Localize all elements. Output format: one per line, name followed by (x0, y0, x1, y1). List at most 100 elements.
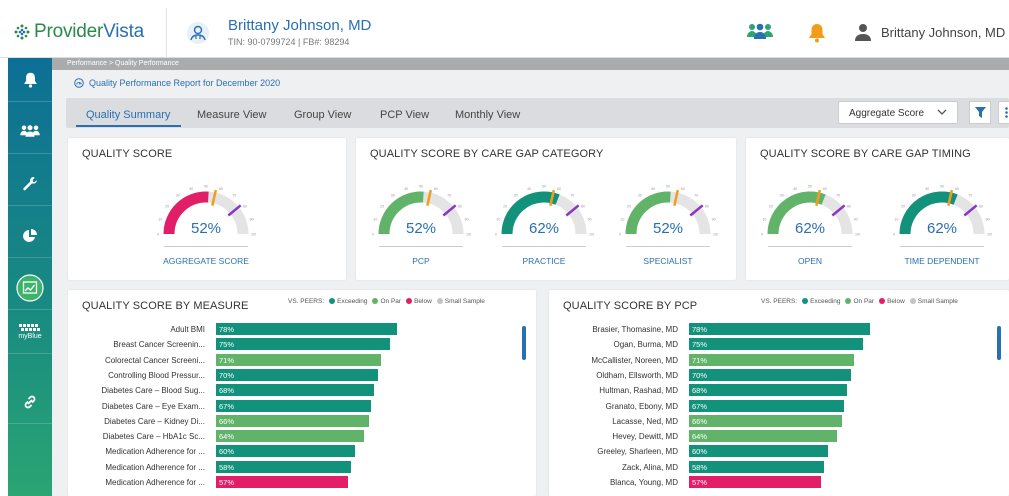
bar-row[interactable]: Lacasse, Ned, MD 66% (549, 414, 921, 428)
gauge-aggregate-score[interactable]: 010203040506070809010052% (156, 178, 257, 240)
bar-row[interactable]: Blanca, Young, MD 57% (549, 476, 921, 489)
provider-name[interactable]: Brittany Johnson, MD (228, 17, 371, 34)
more-options-button[interactable] (998, 101, 1009, 124)
gauge-tick-label: 70 (694, 194, 698, 198)
bar-label: Medication Adherence for ... (105, 462, 205, 472)
bar-value: 71% (692, 355, 708, 365)
bar: 60% (216, 445, 356, 458)
care-gap-category-card: QUALITY SCORE BY CARE GAP CATEGORY 0 10 20… (356, 138, 736, 280)
tab-monthly-view[interactable]: Monthly View (455, 109, 520, 121)
bar: 58% (689, 460, 824, 473)
scrollbar[interactable] (522, 326, 526, 360)
providervista-logo[interactable]: ProviderVista (14, 21, 144, 43)
bar-row[interactable]: Hultman, Rashad, MD 68% (549, 384, 921, 397)
bar-row[interactable]: Zack, Alina, MD 58% (549, 460, 921, 474)
bar-row[interactable]: Medication Adherence for ... 58% (68, 460, 448, 474)
bar-row[interactable]: Diabetes Care – HbA1c Sc... 64% (68, 430, 448, 443)
gauge-specialist[interactable]: 010203040506070809010052% (618, 178, 719, 240)
bar-label: Granato, Ebony, MD (605, 401, 678, 411)
bar-row[interactable]: Medication Adherence for ... 60% (68, 445, 448, 458)
gauge-tick-label: 30 (514, 194, 518, 198)
gauge-tick-label: 30 (912, 194, 916, 198)
gauge-time-dependent[interactable]: 010203040506070809010062% (892, 178, 993, 240)
gauge-tick-label: 60 (557, 187, 561, 191)
bar-value: 60% (219, 447, 235, 457)
bar-label: McCallister, Noreen, MD (591, 355, 678, 365)
gauge-tick-label: 80 (581, 204, 585, 208)
filter-button[interactable] (969, 101, 991, 124)
bar-row[interactable]: Adult BMI 78% (68, 323, 448, 336)
bar-row[interactable]: Diabetes Care – Blood Sug... 68% (68, 384, 448, 397)
bar-label: Blanca, Young, MD (609, 478, 678, 487)
notification-bell-icon[interactable] (808, 23, 826, 48)
gauge-tick-label: 20 (380, 204, 384, 208)
bar: 66% (216, 414, 370, 427)
bar-row[interactable]: Colorectal Cancer Screeni... 71% (68, 353, 448, 367)
tab-quality-summary[interactable]: Quality Summary (86, 109, 170, 121)
breadcrumb[interactable]: Performance > Quality Performance (52, 58, 1009, 70)
bar-row[interactable]: Hevey, Dewitt, MD 64% (549, 430, 921, 443)
group-icon (20, 125, 40, 137)
gauge-tick-label: 20 (165, 204, 169, 208)
gauge-practice[interactable]: 010203040506070809010062% (494, 178, 595, 240)
gauge-tick-label: 50 (204, 185, 208, 189)
tab-pcp-view[interactable]: PCP View (380, 109, 429, 121)
scrollbar[interactable] (997, 326, 1001, 360)
gauge-tick-label: 60 (823, 187, 827, 191)
gauge-tick-label: 50 (666, 185, 670, 189)
gauge-pcp[interactable]: 010203040506070809010052% (371, 178, 472, 240)
bar-row[interactable]: McCallister, Noreen, MD 71% (549, 353, 921, 367)
bar: 57% (216, 476, 349, 488)
bar-row[interactable]: Diabetes Care – Kidney Di... 66% (68, 414, 448, 428)
aggregate-score-select[interactable]: Aggregate Score (838, 101, 958, 124)
provider-tin: TIN: 90-0799724 | FB#: 98294 (228, 37, 350, 47)
bar: 68% (216, 384, 374, 397)
gauge-value: 62% (926, 220, 958, 237)
team-icon[interactable] (746, 22, 774, 47)
bar: 67% (689, 399, 845, 412)
card-title: QUALITY SCORE BY CARE GAP CATEGORY (370, 148, 604, 160)
gauge-divider (900, 246, 984, 247)
bar-row[interactable]: Oldham, Ellsworth, MD 70% (549, 368, 921, 382)
bar-row[interactable]: Medication Adherence for ... 57% (68, 476, 448, 489)
user-name[interactable]: Brittany Johnson, MD (881, 25, 1005, 40)
gauge-tick-label: 40 (404, 187, 408, 191)
bar-row[interactable]: Breast Cancer Screenin... 75% (68, 338, 448, 351)
bar-value: 68% (692, 386, 708, 396)
bar-row[interactable]: Ogan, Burma, MD 75% (549, 338, 921, 351)
gauge-tick-label: 70 (570, 194, 574, 198)
legend-below: Below (879, 298, 905, 305)
bar-label: Ogan, Burma, MD (613, 340, 678, 350)
bar: 58% (216, 460, 351, 473)
gauge-divider (502, 246, 586, 247)
user-avatar-icon[interactable] (855, 23, 871, 46)
bar-row[interactable]: Brasier, Thomasine, MD 78% (549, 323, 921, 336)
bar-label: Oldham, Ellsworth, MD (596, 370, 678, 380)
gauge-label: TIME DEPENDENT (904, 256, 980, 266)
sidebar-item-groups[interactable] (8, 110, 52, 154)
gauge-open[interactable]: 010203040506070809010062% (760, 178, 861, 240)
gauge-tick-label: 60 (681, 187, 685, 191)
bar-row[interactable]: Greeley, Sharleen, MD 60% (549, 445, 921, 458)
gauge-tick-label: 50 (808, 185, 812, 189)
view-tabs: Quality Summary Measure View Group View … (66, 98, 1009, 128)
sidebar-item-tools[interactable] (8, 162, 52, 206)
legend-prefix: VS. PEERS: (761, 298, 798, 305)
gauge-tick-label: 70 (232, 194, 236, 198)
gauge-tick-label: 60 (219, 187, 223, 191)
bar-row[interactable]: Granato, Ebony, MD 67% (549, 399, 921, 413)
sidebar-item-quality[interactable] (8, 266, 52, 310)
gauge-divider (768, 246, 852, 247)
sidebar-item-alerts[interactable] (8, 58, 52, 102)
quality-by-measure-card: QUALITY SCORE BY MEASURE VS. PEERS: Exce… (68, 290, 536, 496)
sidebar-item-myblue[interactable]: myBlue (8, 310, 52, 354)
header-divider (166, 8, 167, 58)
bar-row[interactable]: Controlling Blood Pressur... 70% (68, 368, 448, 382)
sidebar-item-reports[interactable] (8, 214, 52, 258)
card-title: QUALITY SCORE (82, 148, 173, 160)
bar: 71% (689, 353, 854, 366)
bar-row[interactable]: Diabetes Care – Eye Exam... 67% (68, 399, 448, 413)
tab-measure-view[interactable]: Measure View (197, 109, 267, 121)
sidebar-item-links[interactable] (8, 380, 52, 424)
tab-group-view[interactable]: Group View (294, 109, 351, 121)
